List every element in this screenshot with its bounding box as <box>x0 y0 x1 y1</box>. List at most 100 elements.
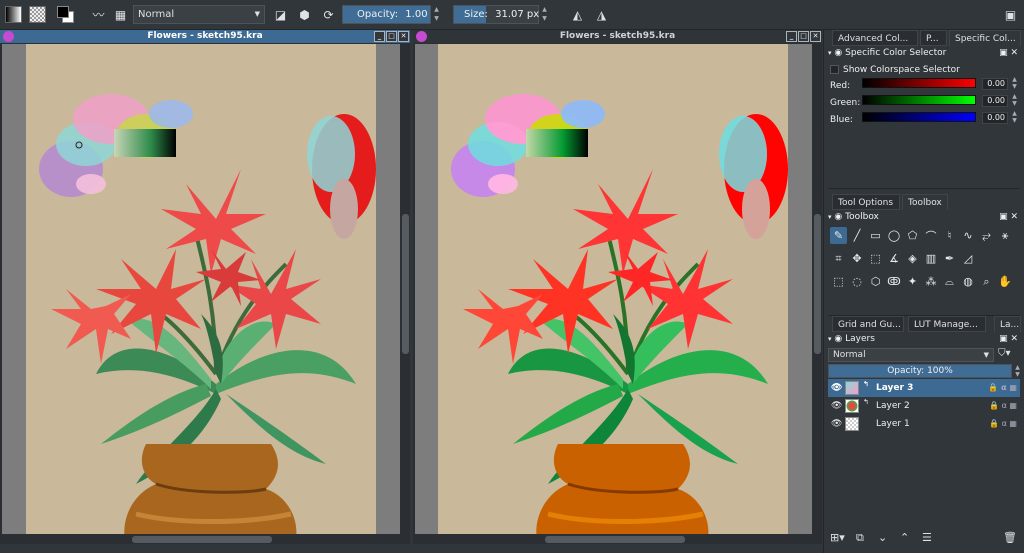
horizontal-scrollbar[interactable] <box>415 535 813 544</box>
layer-blend-mode-select[interactable]: Normal ▼ <box>828 348 994 362</box>
blue-value[interactable]: 0.00 <box>982 112 1008 124</box>
tool-freehand-select[interactable]: ↂ <box>886 273 903 290</box>
tab-toolbox[interactable]: Toolbox <box>902 194 948 210</box>
layer-row[interactable]: 👁 Layer 1 🔒 α ▦ <box>828 415 1020 433</box>
window-menu-button[interactable]: ▣ <box>1000 4 1021 25</box>
size-slider[interactable]: Size: 31.07 px <box>453 5 539 24</box>
eraser-mode-button[interactable]: ◪ <box>270 4 291 25</box>
visibility-eye-icon[interactable]: 👁 <box>831 379 842 397</box>
tool-polygon-select[interactable]: ⬡ <box>867 273 884 290</box>
layer-lock-alpha-icons[interactable]: 🔒 α ▦ <box>989 415 1017 433</box>
canvas[interactable] <box>438 44 788 534</box>
delete-layer-icon[interactable]: 🗑 <box>1003 531 1017 544</box>
minimize-button[interactable]: _ <box>374 31 385 42</box>
canvas-subwindow-inactive[interactable]: Flowers - sketch95.kra _ □ ✕ <box>413 30 822 544</box>
reload-preset-button[interactable]: ⟳ <box>318 4 339 25</box>
canvas-subwindow-active[interactable]: Flowers - sketch95.kra _ □ ✕ <box>0 30 410 544</box>
tool-path-select[interactable]: ◍ <box>960 273 977 290</box>
tool-rectangle[interactable]: ▭ <box>867 227 884 244</box>
tool-move[interactable]: ✥ <box>849 250 866 267</box>
collapse-icon[interactable]: ▾ <box>828 335 832 343</box>
tab-lut-manager[interactable]: LUT Manage... <box>908 316 986 332</box>
tab-specific-color[interactable]: Specific Col... <box>949 30 1021 46</box>
blue-stepper[interactable]: ▲ ▼ <box>1010 110 1019 124</box>
tool-freehand-path[interactable]: ∿ <box>960 227 977 244</box>
tool-zoom[interactable]: ⌕ <box>978 273 995 290</box>
layer-row[interactable]: 👁 ↰ Layer 2 🔒 α ▦ <box>828 397 1020 415</box>
tool-polyline[interactable]: ⌒ <box>923 227 940 244</box>
layer-row[interactable]: 👁 ↰ Layer 3 🔒 α ▦ <box>828 379 1020 397</box>
tool-rect-select[interactable]: ⬚ <box>830 273 847 290</box>
canvas[interactable] <box>26 44 376 534</box>
tool-gradient[interactable]: ▥ <box>923 250 940 267</box>
blue-slider[interactable] <box>862 112 976 122</box>
tab-layers[interactable]: La... <box>994 316 1021 332</box>
layer-opacity-slider[interactable]: Opacity: 100% <box>828 364 1012 378</box>
green-slider[interactable] <box>862 95 976 105</box>
red-value[interactable]: 0.00 <box>982 78 1008 90</box>
scrollbar-thumb[interactable] <box>545 536 685 543</box>
float-close-icons[interactable]: ▣ ✕ <box>999 47 1018 60</box>
tool-multibrush[interactable]: ⚹ <box>997 227 1014 244</box>
tool-magic-wand[interactable]: ✦ <box>904 273 921 290</box>
opacity-stepper[interactable]: ▲ ▼ <box>432 5 441 24</box>
maximize-button[interactable]: □ <box>386 31 397 42</box>
close-button[interactable]: ✕ <box>810 31 821 42</box>
tool-crop[interactable]: ⌗ <box>830 250 847 267</box>
splitter[interactable] <box>828 188 1020 189</box>
brush-preset-button[interactable]: 〰 <box>88 4 109 25</box>
scrollbar-thumb[interactable] <box>814 214 821 354</box>
collapse-icon[interactable]: ▾ <box>828 213 832 221</box>
tool-transform[interactable]: ⬚ <box>867 250 884 267</box>
blend-mode-select[interactable]: Normal ▼ <box>133 5 265 24</box>
mirror-vertical-button[interactable]: ◮ <box>591 4 612 25</box>
minimize-button[interactable]: _ <box>786 31 797 42</box>
vertical-scrollbar[interactable] <box>401 44 410 534</box>
tab-grid-guides[interactable]: Grid and Gu... <box>832 316 904 332</box>
layer-lock-alpha-icons[interactable]: 🔒 α ▦ <box>989 397 1017 415</box>
filter-icon[interactable]: ⛉▾ <box>998 348 1011 359</box>
opacity-slider[interactable]: Opacity: 1.00 <box>342 5 431 24</box>
maximize-button[interactable]: □ <box>798 31 809 42</box>
visibility-eye-icon[interactable]: 👁 <box>831 397 842 415</box>
tool-assistant[interactable]: ◿ <box>960 250 977 267</box>
add-layer-icon[interactable]: ⊞▾ <box>830 531 845 544</box>
subwindow-titlebar[interactable]: Flowers - sketch95.kra _ □ ✕ <box>0 30 410 43</box>
float-close-icons[interactable]: ▣ ✕ <box>999 333 1018 346</box>
colorspace-checkbox[interactable] <box>830 65 839 74</box>
workspace-button[interactable]: ▦ <box>110 4 131 25</box>
green-stepper[interactable]: ▲ ▼ <box>1010 93 1019 107</box>
green-value[interactable]: 0.00 <box>982 95 1008 107</box>
float-close-icons[interactable]: ▣ ✕ <box>999 211 1018 224</box>
scrollbar-thumb[interactable] <box>132 536 272 543</box>
size-stepper[interactable]: ▲ ▼ <box>540 5 549 24</box>
scrollbar-thumb[interactable] <box>402 214 409 354</box>
vertical-scrollbar[interactable] <box>813 44 822 534</box>
tool-pan[interactable]: ✋ <box>997 273 1014 290</box>
red-stepper[interactable]: ▲ ▼ <box>1010 76 1019 90</box>
mirror-horizontal-button[interactable]: ◭ <box>567 4 588 25</box>
layer-lock-alpha-icons[interactable]: 🔒 α ▦ <box>988 379 1017 397</box>
horizontal-scrollbar[interactable] <box>2 535 401 544</box>
move-down-icon[interactable]: ⌄ <box>878 531 887 544</box>
tool-bezier-select[interactable]: ⌓ <box>941 273 958 290</box>
tool-measure-angle[interactable]: ∡ <box>886 250 903 267</box>
preserve-alpha-button[interactable]: ⬢ <box>294 4 315 25</box>
gradient-preset-button[interactable] <box>3 4 24 25</box>
close-button[interactable]: ✕ <box>398 31 409 42</box>
pattern-preset-button[interactable] <box>27 4 48 25</box>
tab-palette[interactable]: P... <box>920 30 947 46</box>
tool-polygon[interactable]: ⬠ <box>904 227 921 244</box>
tool-dynamic-brush[interactable]: ⥂ <box>978 227 995 244</box>
visibility-eye-icon[interactable]: 👁 <box>831 415 842 433</box>
fg-bg-color-button[interactable] <box>55 4 76 25</box>
layer-properties-icon[interactable]: ☰ <box>922 531 932 544</box>
tool-color-picker[interactable]: ✒ <box>941 250 958 267</box>
duplicate-layer-icon[interactable]: ⧉ <box>856 531 864 545</box>
tool-freehand-brush[interactable]: ✎ <box>830 227 847 244</box>
tab-tool-options[interactable]: Tool Options <box>832 194 900 210</box>
tool-bezier[interactable]: ♮ <box>941 227 958 244</box>
tool-ellipse[interactable]: ◯ <box>886 227 903 244</box>
collapse-icon[interactable]: ▾ <box>828 49 832 57</box>
tab-advanced-color[interactable]: Advanced Col... <box>832 30 918 46</box>
